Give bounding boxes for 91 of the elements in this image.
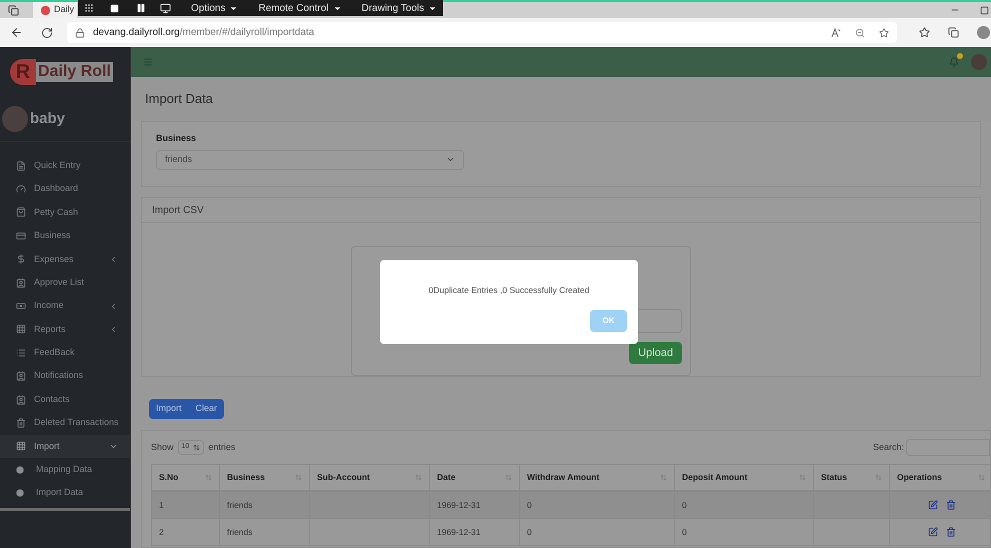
back-icon[interactable] [10,26,23,39]
table-cell: 1969-12-31 [430,492,520,518]
user-name: baby [30,108,66,129]
sidebar-item[interactable]: Petty Cash [0,200,130,224]
field-label: Business [156,132,198,145]
sidebar-item[interactable]: Notifications [0,364,130,388]
pause-icon[interactable] [136,3,146,13]
column-header[interactable]: Status [814,465,890,490]
business-select[interactable]: friends [156,150,464,170]
column-header[interactable]: Withdraw Amount [520,465,675,490]
edit-icon[interactable] [928,500,938,510]
column-header[interactable]: Deposit Amount [675,465,814,490]
sidebar-item[interactable]: Deleted Transactions [0,411,130,435]
upload-button[interactable]: Upload [629,342,682,364]
table-cell: friends [220,519,310,545]
sidebar-item[interactable]: Expenses [0,248,130,271]
action-button[interactable]: Clear [188,399,224,419]
table-cell: 1 [152,492,220,518]
table-cell: 0 [675,519,814,545]
reload-icon[interactable] [41,26,53,38]
notification-icon[interactable] [949,57,959,67]
logo-text: Daily Roll [36,62,113,82]
stop-icon[interactable] [110,4,119,12]
action-button[interactable]: Import [149,399,189,419]
chevron-left-icon [109,302,118,311]
chevron-left-icon [109,254,118,264]
browser-tab[interactable]: Daily [33,2,77,18]
address-bar[interactable]: devang.dailyroll.org/member/#/dailyroll/importdata [67,22,897,43]
sort-icon [799,474,806,481]
sidebar-item[interactable]: Quick Entry [0,154,130,178]
logo-mark: R [10,59,36,85]
card-title: Import CSV [152,204,204,218]
notification-badge [957,53,963,59]
delete-icon[interactable] [946,527,956,537]
screen-icon[interactable] [160,2,171,14]
toolbar-menu[interactable]: Options [191,0,238,16]
delete-icon[interactable] [946,500,956,510]
show-label: Show [151,440,174,454]
sidebar-item[interactable]: Income [0,294,130,318]
sort-icon [978,474,985,481]
sidebar-item[interactable]: FeedBack [0,341,130,365]
url-text: devang.dailyroll.org/member/#/dailyroll/importdata [93,26,314,40]
sort-icon [193,444,200,451]
profile-avatar[interactable] [977,26,990,39]
column-header[interactable]: Date [430,465,520,490]
toolbar-menu[interactable]: Drawing Tools [362,0,438,16]
sort-icon [660,474,667,481]
favicon-icon [41,6,50,14]
table-cell: 0 [520,519,675,545]
sidebar-item[interactable]: Reports [0,318,130,342]
table-cell: 0 [520,492,675,518]
table-cell: 0 [675,492,814,518]
maximize-icon[interactable] [980,6,989,14]
submenu-item[interactable]: Mapping Data [0,458,130,482]
submenu-item[interactable]: Import Data [0,481,130,505]
table-cell: 2 [152,519,220,545]
table-cell: 1969-12-31 [430,519,520,545]
zoom-out-icon[interactable] [855,28,865,38]
collections-icon[interactable] [948,27,959,38]
favorite-icon[interactable] [879,28,889,38]
sort-icon [295,474,302,481]
dialog-message: 0Duplicate Entries ,0 Successfully Created [428,284,590,297]
table-cell: friends [220,492,310,518]
entries-label: entries [208,440,236,454]
edit-icon[interactable] [928,527,938,537]
user-avatar [2,106,28,132]
grip-icon[interactable] [84,3,94,13]
sidebar-item[interactable]: Dashboard [0,177,130,201]
dropdown-icon [446,155,455,164]
sidebar-item[interactable]: Approve List [0,270,130,294]
lock-icon [75,28,85,38]
column-header[interactable]: Sub-Account [310,465,430,490]
sidebar-item[interactable]: Business [0,224,130,248]
sort-icon [505,474,512,481]
bullet-icon [16,489,24,498]
tab-actions-icon [8,4,19,16]
chevron-left-icon [109,324,118,334]
column-header[interactable]: Operations [890,465,991,490]
sort-icon [415,474,422,481]
sort-icon [205,474,212,481]
read-aloud-icon[interactable] [831,28,841,38]
toolbar-menu[interactable]: Remote Control [258,0,342,16]
page-title: Import Data [145,90,213,108]
search-label: Search: [872,440,904,454]
column-header[interactable]: S.No [152,465,220,490]
sidebar-item[interactable]: Import [0,434,130,458]
favorites-icon[interactable] [919,27,930,38]
column-header[interactable]: Business [220,465,310,490]
sort-icon [875,474,882,481]
bullet-icon [16,466,24,474]
sidebar-item[interactable]: Contacts [0,388,130,412]
